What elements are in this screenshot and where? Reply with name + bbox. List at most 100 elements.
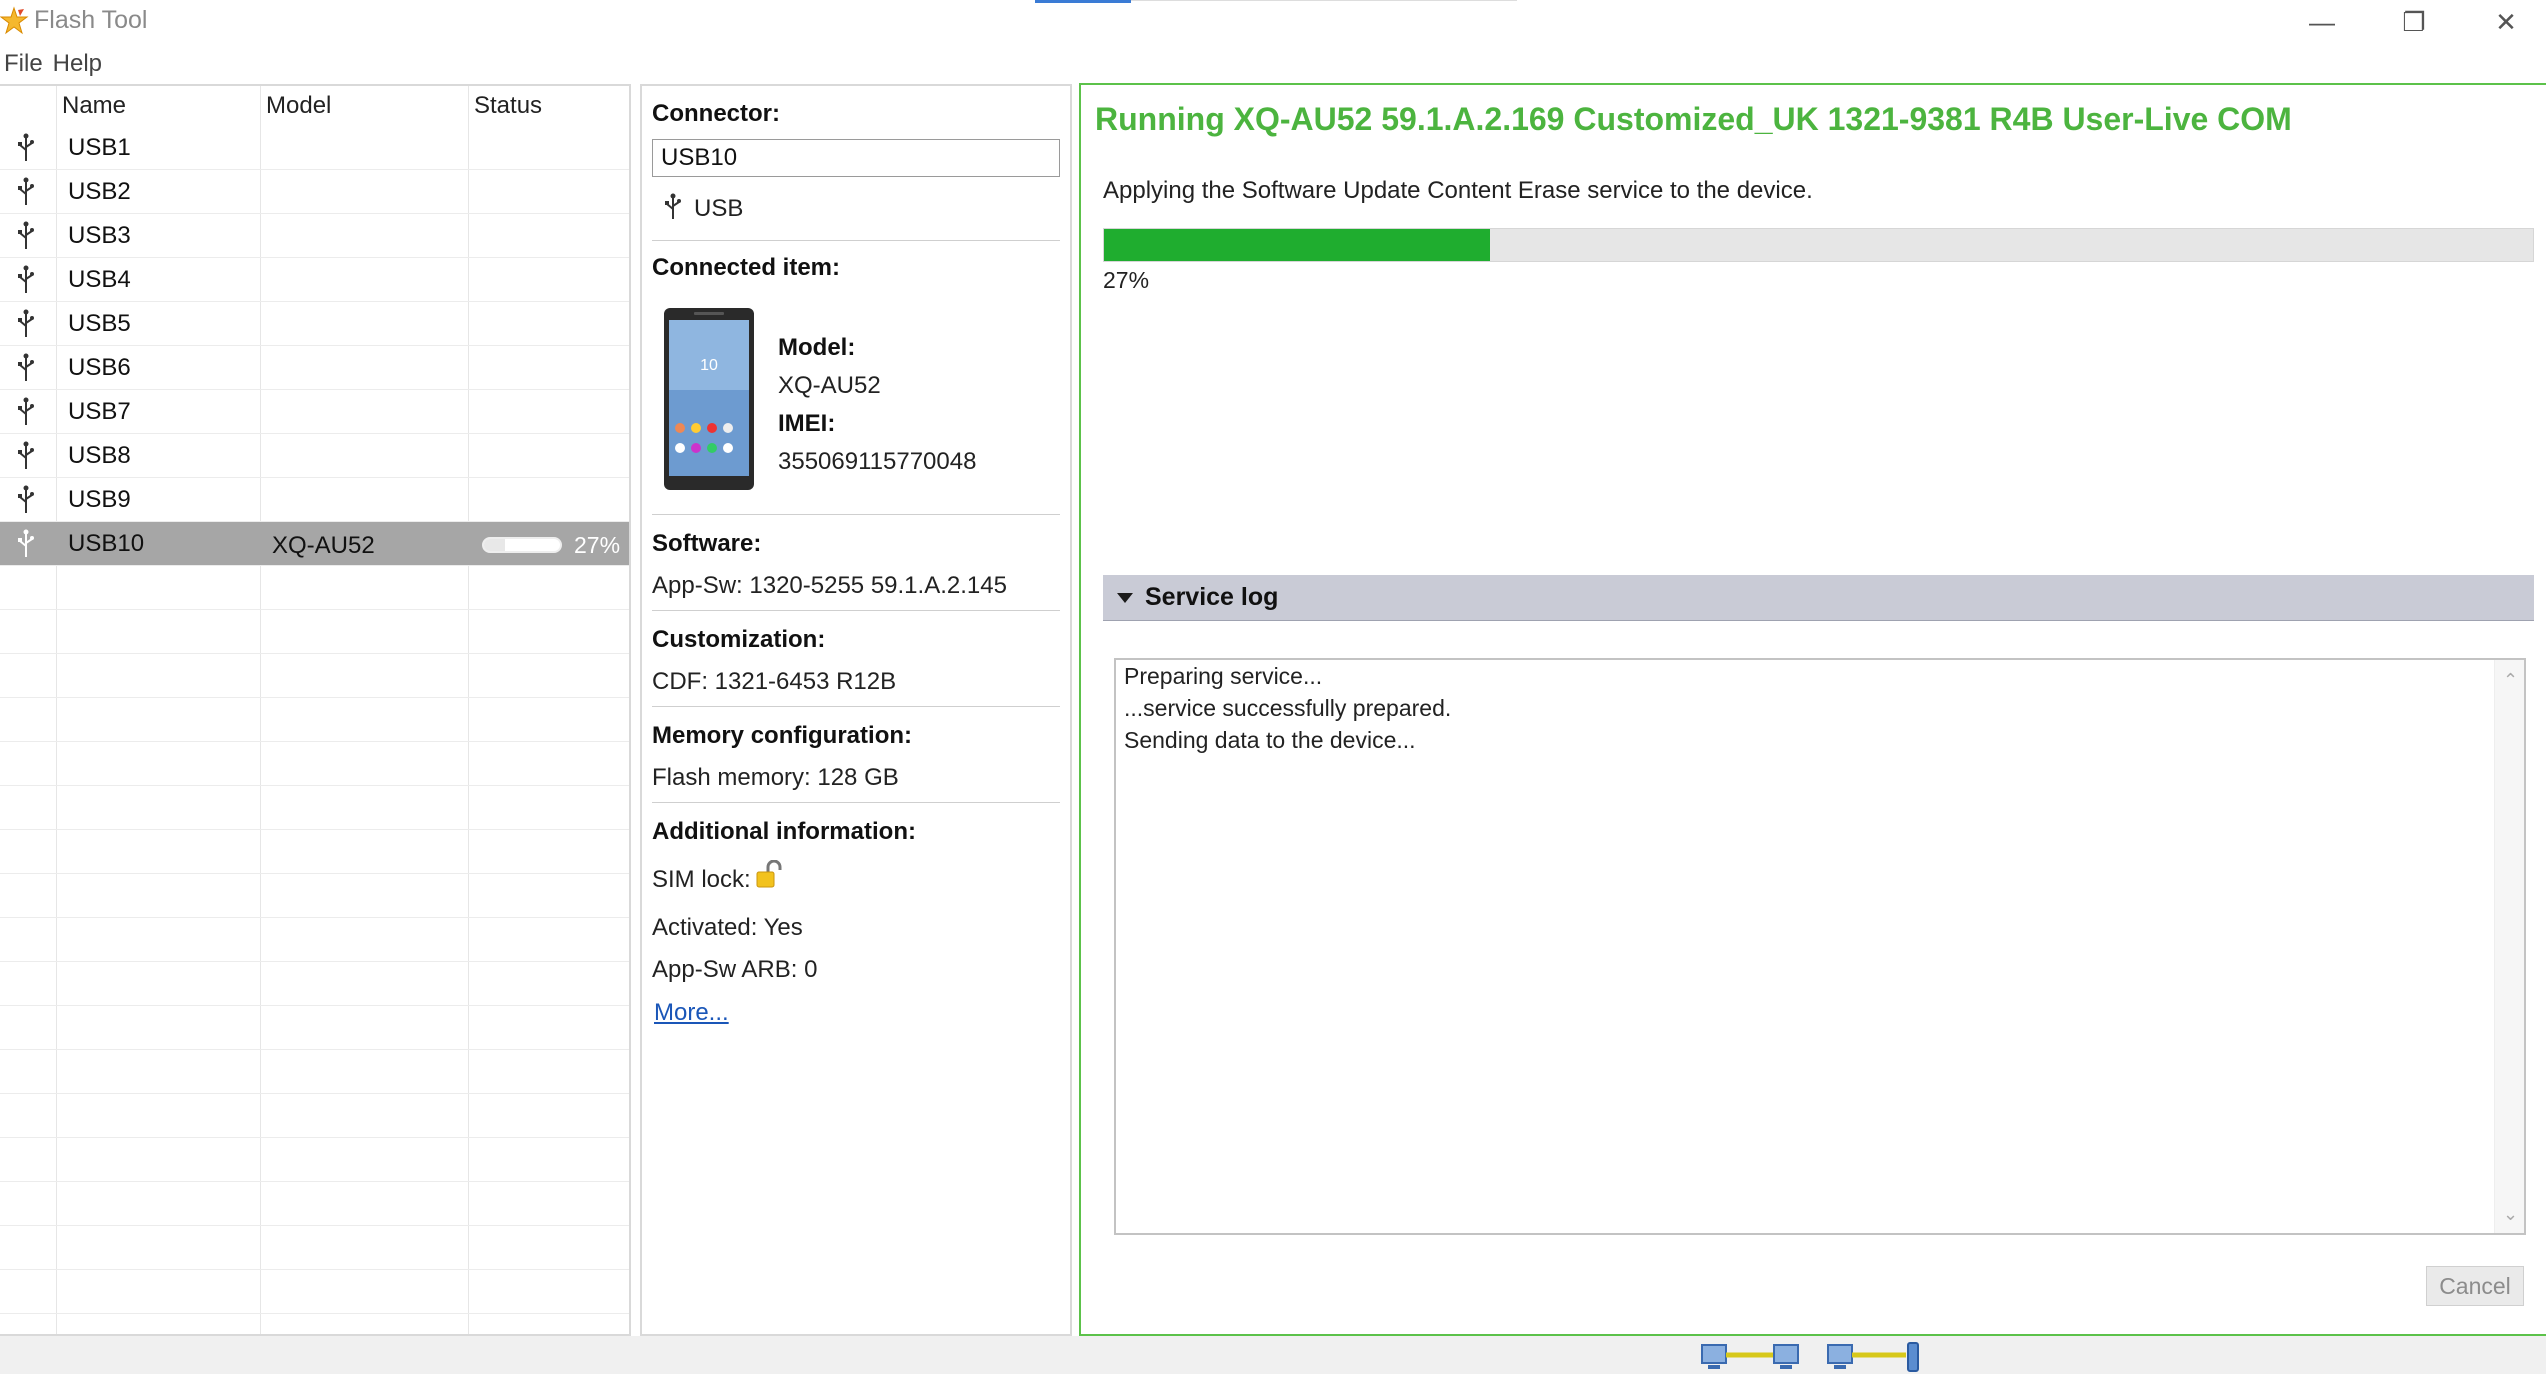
empty-row: [0, 698, 629, 742]
device-row[interactable]: USB3: [0, 214, 629, 258]
sim-lock-label: SIM lock:: [652, 866, 751, 893]
usb-icon: [18, 309, 34, 337]
usb-icon: [665, 193, 681, 219]
model-label: Model:: [778, 334, 856, 361]
empty-row: [0, 1226, 629, 1270]
device-connection-icon: [1827, 1342, 1919, 1372]
empty-row: [0, 918, 629, 962]
empty-row: [0, 786, 629, 830]
device-name: USB3: [68, 222, 131, 249]
device-details-panel: Connector: USB Connected item: 10 Model:…: [640, 84, 1072, 1336]
device-name: USB1: [68, 134, 131, 161]
device-row[interactable]: USB1: [0, 126, 629, 170]
title-accent: [1035, 0, 1131, 3]
scroll-up-icon[interactable]: ⌃: [2503, 670, 2518, 691]
title-accent-line: [1131, 0, 1517, 1]
empty-row: [0, 654, 629, 698]
device-row[interactable]: USB9: [0, 478, 629, 522]
empty-row: [0, 742, 629, 786]
service-log-box[interactable]: Preparing service... ...service successf…: [1114, 658, 2526, 1235]
menu-help[interactable]: Help: [49, 50, 106, 78]
progress-bar: [1103, 228, 2534, 262]
memory-label: Memory configuration:: [652, 722, 913, 749]
empty-row: [0, 830, 629, 874]
empty-row: [0, 610, 629, 654]
device-row[interactable]: USB2: [0, 170, 629, 214]
empty-row: [0, 874, 629, 918]
restore-icon: ❐: [2402, 6, 2426, 37]
scroll-down-icon[interactable]: ⌄: [2503, 1204, 2518, 1225]
device-name: USB4: [68, 266, 131, 293]
device-row[interactable]: USB8: [0, 434, 629, 478]
column-header-status[interactable]: Status: [474, 92, 542, 120]
device-name: USB10: [68, 530, 145, 557]
empty-row: [0, 1050, 629, 1094]
minimize-icon: —: [2309, 6, 2335, 37]
empty-row: [0, 962, 629, 1006]
software-label: Software:: [652, 530, 762, 557]
log-line: Sending data to the device...: [1124, 727, 1416, 753]
usb-icon: [18, 397, 34, 425]
usb-icon: [18, 177, 34, 205]
close-icon: ✕: [2495, 6, 2517, 37]
device-list-panel: Name Model Status USB1 USB2 USB3 USB4 USB5 US…: [0, 84, 631, 1336]
service-log-header[interactable]: Service log: [1103, 575, 2534, 621]
device-progress-fill: [484, 539, 505, 551]
status-bar: [0, 1336, 2546, 1374]
window-title: Flash Tool: [34, 6, 148, 34]
usb-icon: [18, 353, 34, 381]
connection-status-icon: [1701, 1344, 1799, 1369]
customization-value: CDF: 1321-6453 R12B: [652, 668, 897, 695]
device-row[interactable]: USB10 XQ-AU52 27%: [0, 522, 629, 566]
divider: [652, 802, 1060, 803]
phone-image: 10: [664, 308, 754, 490]
collapse-arrow-icon[interactable]: [1117, 592, 1133, 603]
usb-icon: [18, 133, 34, 161]
device-progress-bar: [482, 537, 562, 553]
device-name: USB2: [68, 178, 131, 205]
device-name: USB9: [68, 486, 131, 513]
connector-label: Connector:: [652, 100, 780, 127]
activated-status: Activated: Yes: [652, 914, 803, 941]
divider: [652, 514, 1060, 515]
device-row[interactable]: USB6: [0, 346, 629, 390]
menu-file[interactable]: File: [0, 50, 47, 78]
log-line: ...service successfully prepared.: [1124, 695, 1452, 721]
device-row[interactable]: USB4: [0, 258, 629, 302]
column-header-name[interactable]: Name: [62, 92, 126, 120]
minimize-button[interactable]: —: [2275, 0, 2369, 44]
model-value: XQ-AU52: [778, 372, 881, 399]
empty-row: [0, 1094, 629, 1138]
device-name: USB8: [68, 442, 131, 469]
cancel-button[interactable]: Cancel: [2426, 1266, 2524, 1306]
usb-icon: [18, 529, 34, 557]
device-name: USB6: [68, 354, 131, 381]
flash-tool-app-icon: [0, 6, 29, 35]
device-model: XQ-AU52: [272, 532, 375, 559]
device-list-header: Name Model Status: [0, 86, 629, 126]
progress-fill: [1104, 229, 1490, 261]
empty-row: [0, 566, 629, 610]
usb-icon: [18, 221, 34, 249]
usb-icon: [18, 265, 34, 293]
usb-icon: [18, 485, 34, 513]
device-row[interactable]: USB7: [0, 390, 629, 434]
empty-row: [0, 1138, 629, 1182]
run-message: Applying the Software Update Content Era…: [1103, 177, 1813, 204]
log-line: Preparing service...: [1124, 663, 1323, 689]
empty-row: [0, 1006, 629, 1050]
log-scrollbar[interactable]: ⌃ ⌄: [2494, 660, 2524, 1233]
unlocked-padlock-icon: [756, 860, 782, 888]
empty-row: [0, 1182, 629, 1226]
column-header-model[interactable]: Model: [266, 92, 331, 120]
device-row[interactable]: USB5: [0, 302, 629, 346]
close-button[interactable]: ✕: [2459, 0, 2546, 44]
usb-icon: [18, 441, 34, 469]
restore-button[interactable]: ❐: [2367, 0, 2461, 44]
progress-percent: 27%: [1103, 267, 1150, 293]
connector-type: USB: [694, 195, 744, 222]
connector-field[interactable]: [652, 139, 1060, 177]
device-name: USB7: [68, 398, 131, 425]
more-link[interactable]: More...: [654, 999, 729, 1027]
empty-row: [0, 1314, 629, 1334]
